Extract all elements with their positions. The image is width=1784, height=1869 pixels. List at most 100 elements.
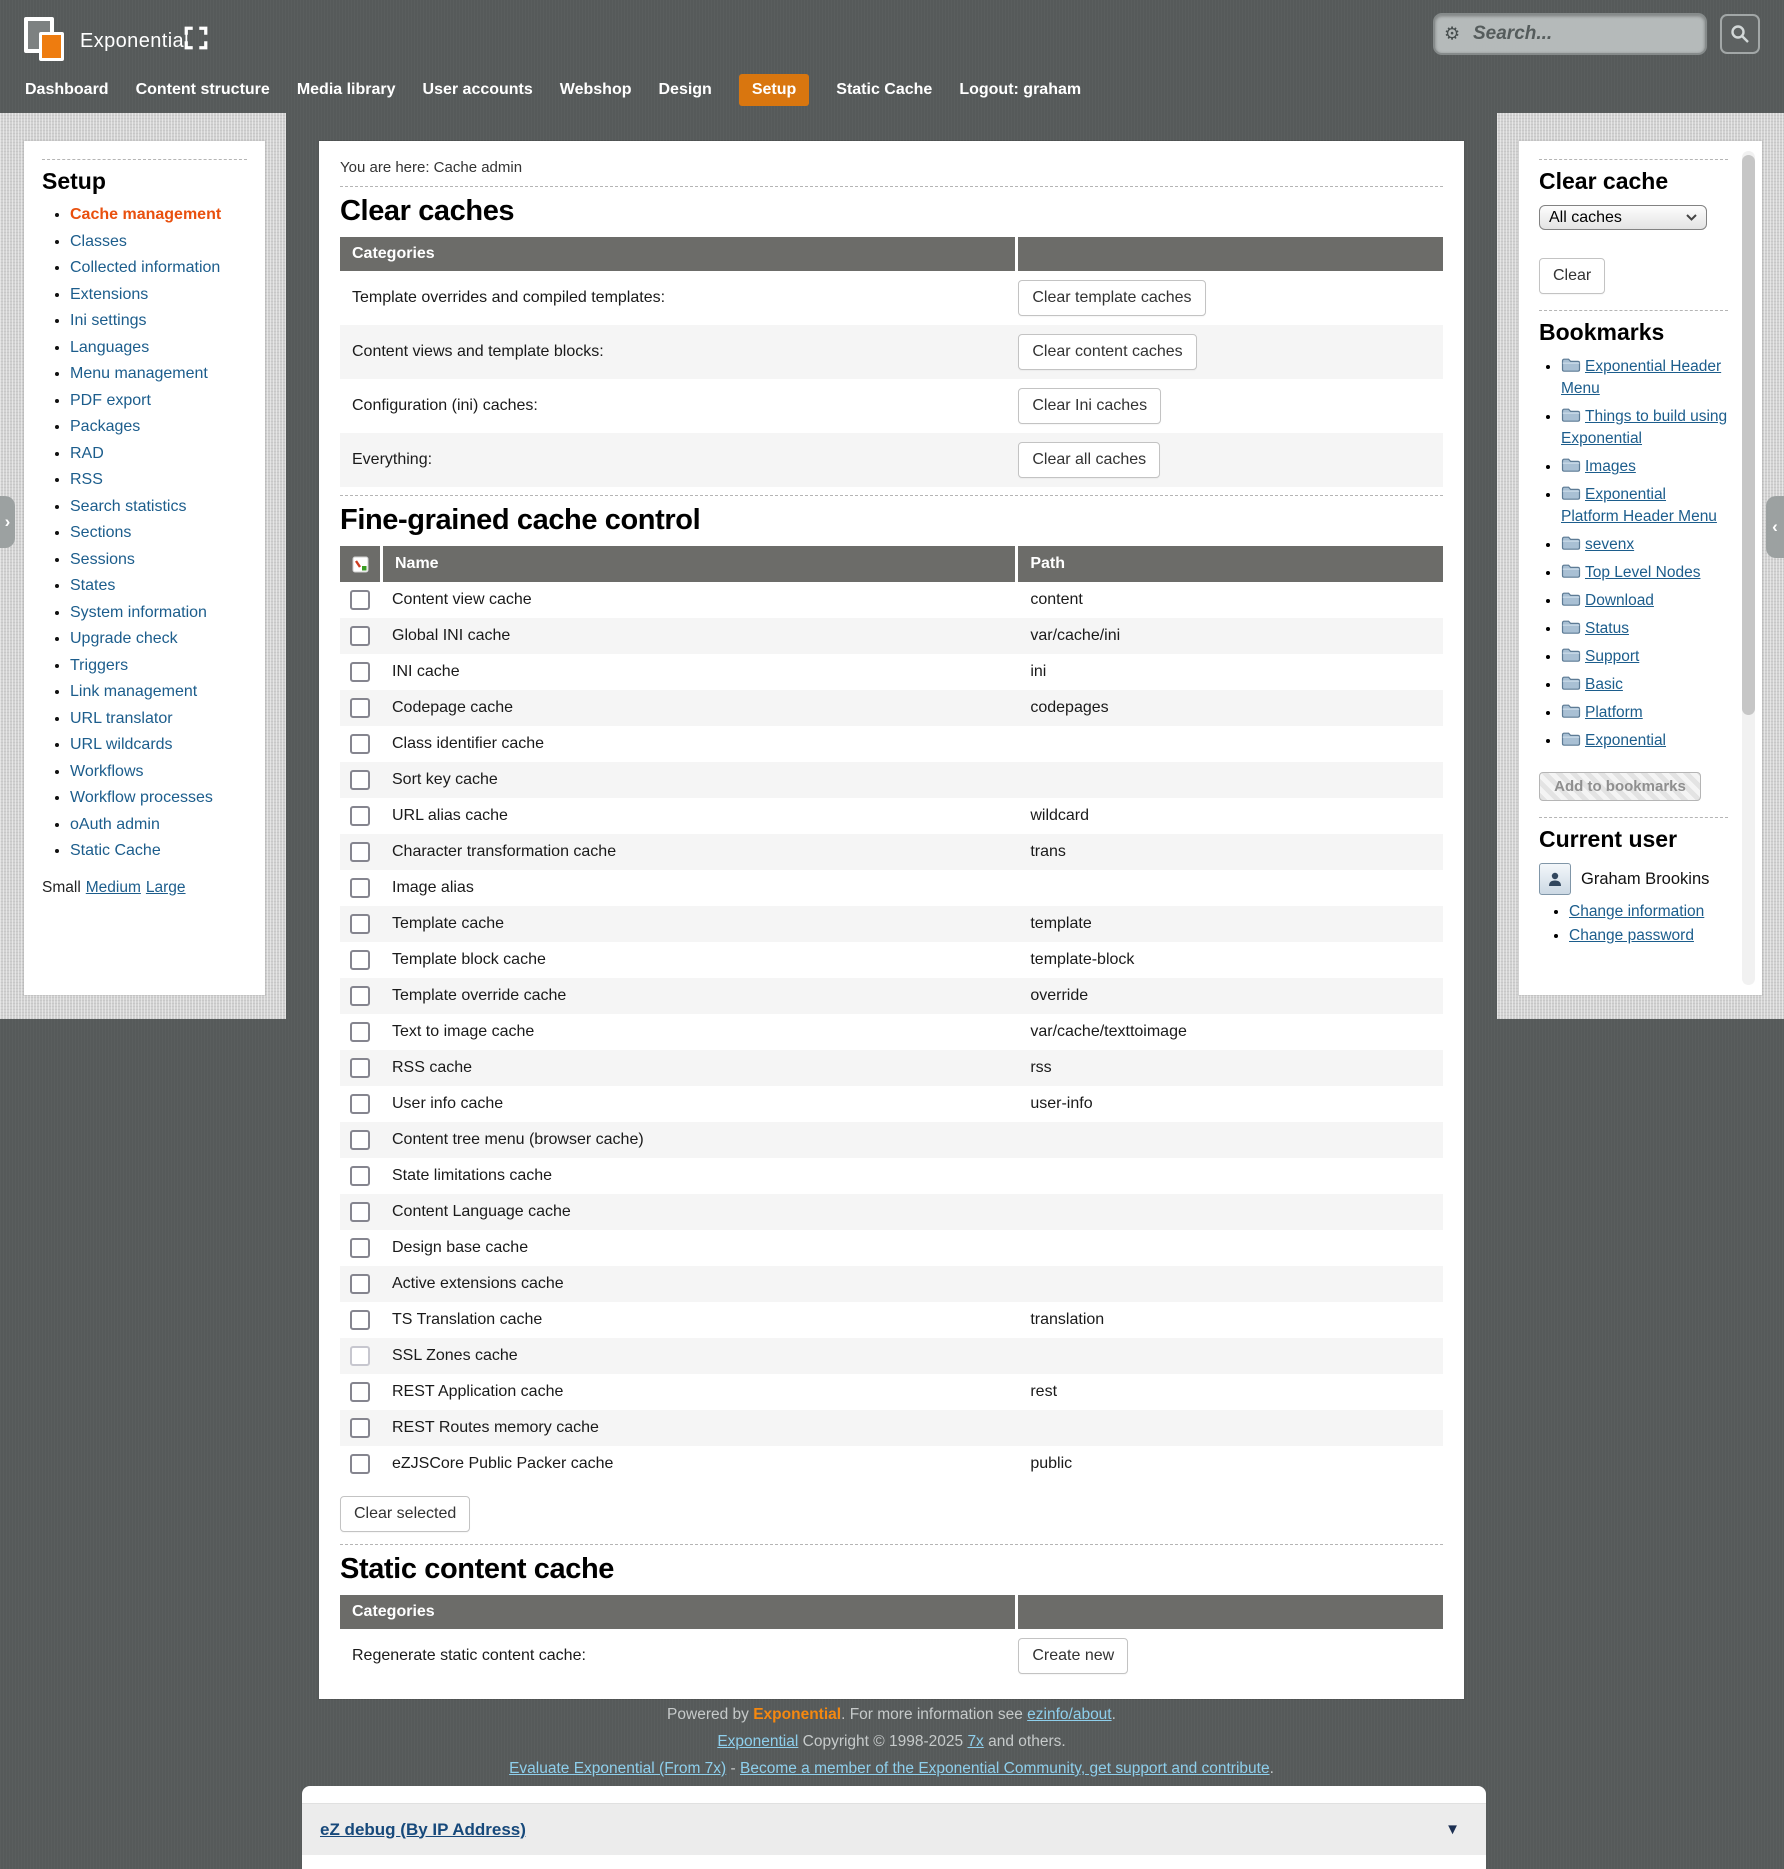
sidebar-link-ini-settings[interactable]: Ini settings: [70, 312, 146, 329]
sidebar-link-url-translator[interactable]: URL translator: [70, 710, 173, 727]
nav-item-webshop[interactable]: Webshop: [560, 74, 632, 106]
nav-item-media-library[interactable]: Media library: [297, 74, 396, 106]
row-checkbox[interactable]: [350, 662, 370, 682]
sidebar-link-url-wildcards[interactable]: URL wildcards: [70, 736, 173, 753]
sidebar-link-languages[interactable]: Languages: [70, 339, 149, 356]
nav-item-content-structure[interactable]: Content structure: [136, 74, 270, 106]
search-input[interactable]: [1433, 13, 1707, 55]
collapse-right-sidebar-tab[interactable]: ‹: [1766, 496, 1784, 558]
row-checkbox[interactable]: [350, 626, 370, 646]
clear-cache-button[interactable]: Clear: [1539, 258, 1605, 294]
cache-type-select[interactable]: All caches: [1539, 205, 1707, 230]
sidebar-link-search-statistics[interactable]: Search statistics: [70, 498, 186, 515]
row-checkbox[interactable]: [350, 1418, 370, 1438]
sidebar-link-oauth-admin[interactable]: oAuth admin: [70, 816, 160, 833]
sidebar-link-sessions[interactable]: Sessions: [70, 551, 135, 568]
sidebar-link-upgrade-check[interactable]: Upgrade check: [70, 630, 178, 647]
nav-item-user-accounts[interactable]: User accounts: [423, 74, 533, 106]
bookmark-link-images[interactable]: Images: [1585, 458, 1636, 475]
sidebar-link-triggers[interactable]: Triggers: [70, 657, 128, 674]
checkbox-cell: [340, 1454, 380, 1474]
bookmark-link-platform[interactable]: Platform: [1585, 704, 1643, 721]
row-checkbox[interactable]: [350, 1454, 370, 1474]
bookmark-link-support[interactable]: Support: [1585, 648, 1639, 665]
footer-link-exponential[interactable]: Exponential: [717, 1733, 798, 1750]
row-checkbox[interactable]: [350, 1166, 370, 1186]
user-link-change-password[interactable]: Change password: [1569, 927, 1694, 944]
row-checkbox[interactable]: [350, 986, 370, 1006]
expand-left-sidebar-tab[interactable]: ›: [0, 496, 15, 548]
gear-icon[interactable]: ⚙: [1444, 24, 1460, 45]
bookmark-link-sevenx[interactable]: sevenx: [1585, 536, 1634, 553]
bookmark-link-exponential-platform-header-menu[interactable]: Exponential Platform Header Menu: [1561, 486, 1717, 525]
bookmark-link-basic[interactable]: Basic: [1585, 676, 1623, 693]
row-checkbox[interactable]: [350, 590, 370, 610]
row-checkbox[interactable]: [350, 950, 370, 970]
sidebar-link-workflow-processes[interactable]: Workflow processes: [70, 789, 213, 806]
row-checkbox[interactable]: [350, 1238, 370, 1258]
nav-item-design[interactable]: Design: [658, 74, 711, 106]
row-checkbox[interactable]: [350, 1310, 370, 1330]
nav-item-static-cache[interactable]: Static Cache: [836, 74, 932, 106]
sidebar-link-collected-information[interactable]: Collected information: [70, 259, 220, 276]
sidebar-link-cache-management[interactable]: Cache management: [70, 206, 221, 223]
row-checkbox[interactable]: [350, 1382, 370, 1402]
footer-link-ezinfo-about[interactable]: ezinfo/about: [1027, 1706, 1111, 1723]
row-checkbox[interactable]: [350, 698, 370, 718]
nav-item-dashboard[interactable]: Dashboard: [25, 74, 109, 106]
bookmark-link-status[interactable]: Status: [1585, 620, 1629, 637]
button-clear-content-caches[interactable]: Clear content caches: [1018, 334, 1196, 370]
sidebar-link-workflows[interactable]: Workflows: [70, 763, 144, 780]
bookmark-link-download[interactable]: Download: [1585, 592, 1654, 609]
nav-item-logout-graham[interactable]: Logout: graham: [959, 74, 1081, 106]
sidebar-link-rss[interactable]: RSS: [70, 471, 103, 488]
row-checkbox[interactable]: [350, 806, 370, 826]
search-button[interactable]: [1720, 14, 1760, 54]
bookmark-link-exponential-header-menu[interactable]: Exponential Header Menu: [1561, 358, 1721, 397]
sidebar-link-sections[interactable]: Sections: [70, 524, 131, 541]
sidebar-link-rad[interactable]: RAD: [70, 445, 104, 462]
user-link-change-information[interactable]: Change information: [1569, 903, 1704, 920]
button-create-new[interactable]: Create new: [1018, 1638, 1128, 1674]
row-checkbox[interactable]: [350, 1202, 370, 1222]
debug-toggle-icon[interactable]: ▼: [1445, 1821, 1460, 1838]
interface-size-link-medium[interactable]: Medium: [86, 879, 141, 896]
row-checkbox[interactable]: [350, 842, 370, 862]
fullscreen-icon[interactable]: [183, 25, 209, 51]
footer-link-7x[interactable]: 7x: [967, 1733, 983, 1750]
sidebar-link-packages[interactable]: Packages: [70, 418, 140, 435]
app-logo[interactable]: [24, 17, 64, 63]
row-checkbox[interactable]: [350, 914, 370, 934]
sidebar-link-classes[interactable]: Classes: [70, 233, 127, 250]
clear-selected-button[interactable]: Clear selected: [340, 1496, 470, 1532]
button-clear-all-caches[interactable]: Clear all caches: [1018, 442, 1160, 478]
bookmark-link-top-level-nodes[interactable]: Top Level Nodes: [1585, 564, 1700, 581]
sidebar-link-static-cache[interactable]: Static Cache: [70, 842, 161, 859]
row-checkbox[interactable]: [350, 770, 370, 790]
row-checkbox[interactable]: [350, 1274, 370, 1294]
bookmark-link-things-to-build-using-exponential[interactable]: Things to build using Exponential: [1561, 408, 1727, 447]
select-all-header-cell[interactable]: [340, 546, 380, 582]
button-clear-ini-caches[interactable]: Clear Ini caches: [1018, 388, 1161, 424]
sidebar-link-extensions[interactable]: Extensions: [70, 286, 148, 303]
scrollbar-thumb[interactable]: [1742, 155, 1755, 715]
footer-link-become-a-member-of-the-exponential-community-get-support-and-contribute[interactable]: Become a member of the Exponential Commu…: [740, 1760, 1270, 1777]
sidebar-link-link-management[interactable]: Link management: [70, 683, 197, 700]
sidebar-link-states[interactable]: States: [70, 577, 115, 594]
row-checkbox[interactable]: [350, 1130, 370, 1150]
row-checkbox[interactable]: [350, 1058, 370, 1078]
footer-link-evaluate-exponential-from-7x[interactable]: Evaluate Exponential (From 7x): [509, 1760, 726, 1777]
nav-item-setup[interactable]: Setup: [739, 74, 809, 106]
sidebar-link-system-information[interactable]: System information: [70, 604, 207, 621]
debug-title-link[interactable]: eZ debug (By IP Address): [320, 1820, 526, 1840]
right-sidebar-scrollbar[interactable]: [1742, 151, 1755, 985]
sidebar-link-pdf-export[interactable]: PDF export: [70, 392, 151, 409]
row-checkbox[interactable]: [350, 878, 370, 898]
bookmark-link-exponential[interactable]: Exponential: [1585, 732, 1666, 749]
sidebar-link-menu-management[interactable]: Menu management: [70, 365, 208, 382]
button-clear-template-caches[interactable]: Clear template caches: [1018, 280, 1205, 316]
row-checkbox[interactable]: [350, 1022, 370, 1042]
row-checkbox[interactable]: [350, 734, 370, 754]
interface-size-link-large[interactable]: Large: [146, 879, 186, 896]
row-checkbox[interactable]: [350, 1094, 370, 1114]
